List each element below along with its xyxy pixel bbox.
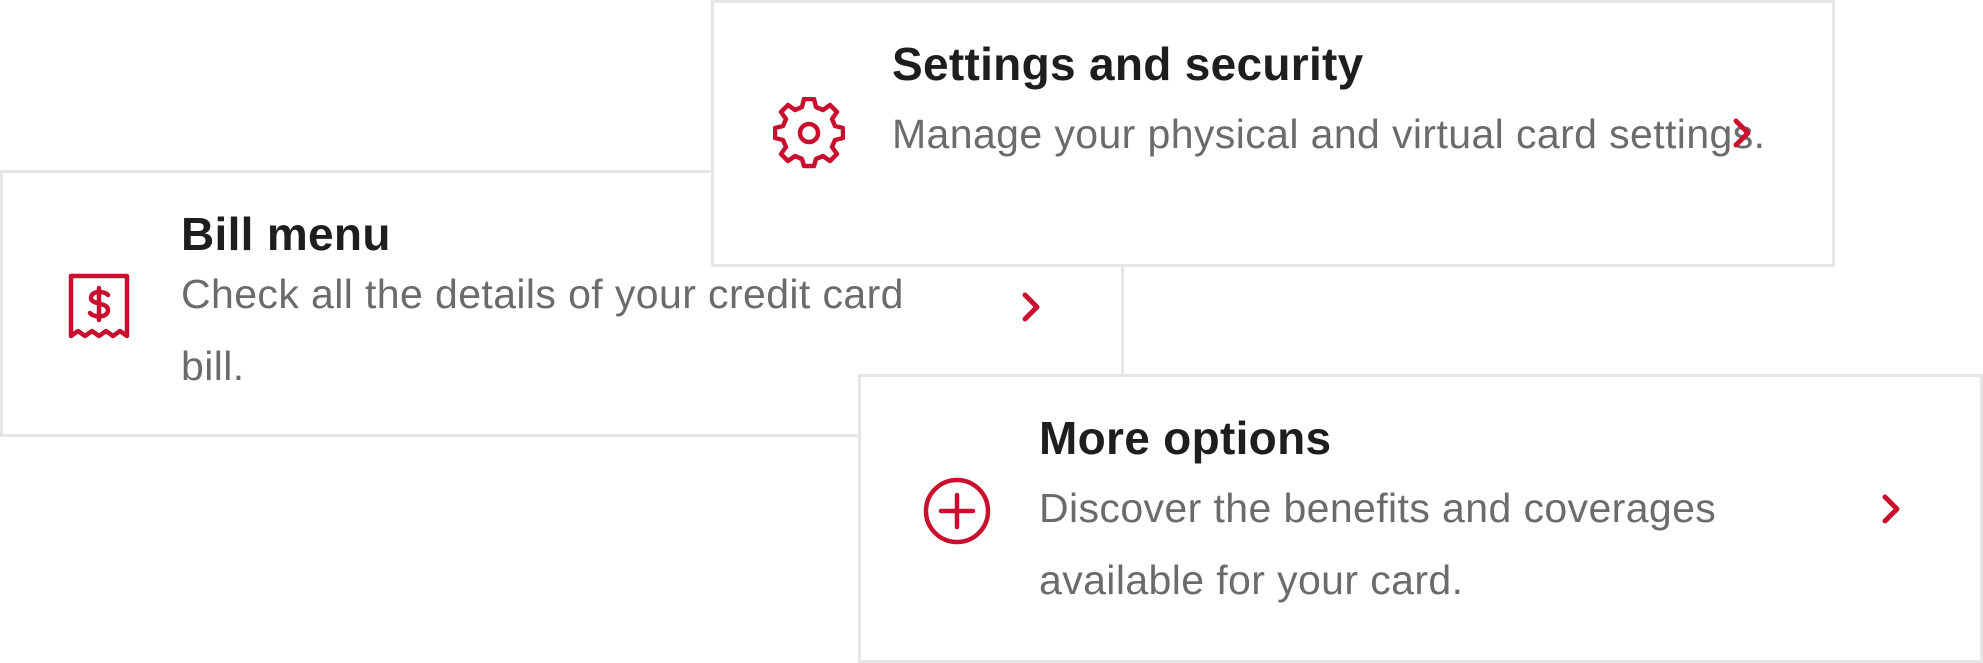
plus-circle-icon bbox=[921, 475, 993, 547]
chevron-right-icon[interactable] bbox=[1011, 287, 1051, 327]
bill-menu-description: Check all the details of your credit car… bbox=[181, 271, 904, 389]
more-options-card[interactable]: More options Discover the benefits and c… bbox=[858, 374, 1983, 663]
bill-menu-title: Bill menu bbox=[181, 208, 391, 260]
more-options-description: Discover the benefits and coverages avai… bbox=[1039, 485, 1717, 603]
settings-security-description: Manage your physical and virtual card se… bbox=[892, 111, 1766, 157]
receipt-dollar-icon bbox=[63, 270, 135, 342]
chevron-right-icon[interactable] bbox=[1871, 489, 1911, 529]
settings-security-card[interactable]: Settings and security Manage your physic… bbox=[711, 0, 1835, 267]
chevron-right-icon[interactable] bbox=[1722, 113, 1762, 153]
settings-security-title: Settings and security bbox=[892, 38, 1364, 90]
gear-icon bbox=[773, 97, 845, 169]
more-options-title: More options bbox=[1039, 412, 1332, 464]
